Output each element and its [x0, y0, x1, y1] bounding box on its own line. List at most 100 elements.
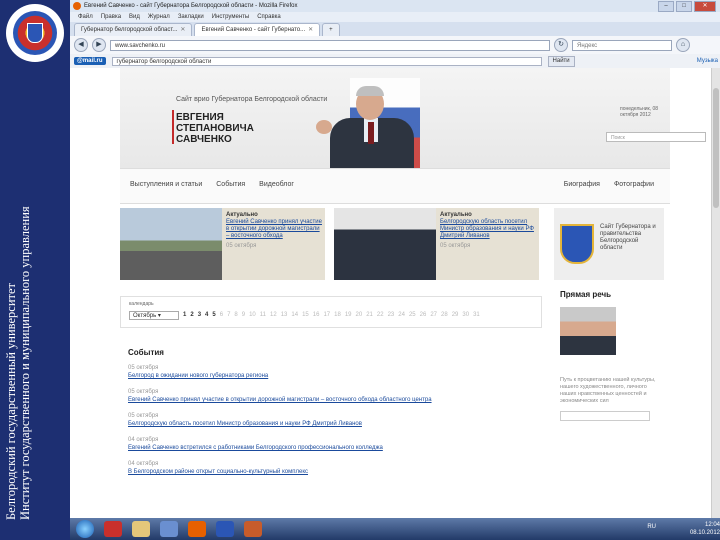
minimize-button[interactable]: –	[658, 1, 674, 12]
calendar-day: 12	[270, 312, 277, 318]
calendar-day: 19	[344, 312, 352, 318]
nav-events[interactable]: События	[216, 181, 245, 188]
menu-tools[interactable]: Инструменты	[212, 14, 249, 20]
event-link[interactable]: Евгений Савченко встретился с работникам…	[128, 444, 528, 452]
firefox-taskbar-icon[interactable]	[188, 521, 206, 537]
calendar-day: 15	[302, 312, 309, 318]
news-card[interactable]: Актуально Белгородскую область посетил М…	[334, 208, 539, 280]
calendar-day[interactable]: 5	[212, 312, 215, 318]
emblem-icon	[13, 11, 57, 55]
coat-of-arms-icon	[560, 224, 594, 264]
mailru-music-link[interactable]: Музыка	[697, 58, 718, 64]
calendar-day: 17	[323, 312, 331, 318]
menu-view[interactable]: Вид	[129, 14, 140, 20]
nav-biography[interactable]: Биография	[564, 181, 600, 188]
maximize-button[interactable]: □	[676, 1, 692, 12]
folder-icon[interactable]	[132, 521, 150, 537]
calendar-day: 26	[419, 312, 427, 318]
scrollbar[interactable]	[711, 68, 720, 518]
window-controls: – □ ✕	[658, 1, 716, 12]
reload-button[interactable]: ↻	[554, 38, 568, 52]
calendar-day: 22	[376, 312, 384, 318]
clock-time: 12:04	[704, 522, 720, 528]
close-tab-icon[interactable]: ✕	[180, 24, 185, 36]
mailru-search-input[interactable]: губернатор белгородской области	[111, 56, 542, 66]
calendar-day[interactable]: 1	[183, 312, 186, 318]
tab-savchenko[interactable]: Евгений Савченко - сайт Губернато... ✕	[194, 23, 321, 36]
system-clock[interactable]: 12:04 08.10.2012	[690, 521, 720, 537]
clock-date: 08.10.2012	[689, 530, 720, 536]
home-icon[interactable]: ⌂	[676, 38, 690, 52]
calendar-day[interactable]: 2	[190, 312, 193, 318]
direct-speech: Прямая речь Путь к процветанию нашей кул…	[560, 290, 660, 421]
calendar-day: 30	[462, 312, 470, 318]
calendar-day: 14	[291, 312, 299, 318]
mailru-search-button[interactable]: Найти	[547, 55, 575, 67]
gov-site-banner[interactable]: Сайт Губернатора и правительства Белгоро…	[554, 208, 664, 280]
month-select[interactable]: Октябрь ▾	[129, 311, 179, 320]
title-accent	[172, 110, 174, 144]
forward-button[interactable]: ▶	[92, 38, 106, 52]
tab-governor[interactable]: Губернатор белгородской област... ✕	[74, 23, 193, 36]
road-image	[120, 208, 222, 280]
calendar-day: 18	[334, 312, 341, 318]
event-link[interactable]: Белгородскую область посетил Министр обр…	[128, 420, 528, 428]
menu-edit[interactable]: Правка	[101, 14, 121, 20]
calendar-day[interactable]: 4	[205, 312, 208, 318]
site-nav: Выступления и статьи События Видеоблог Б…	[120, 168, 670, 204]
gov-site-text: Сайт Губернатора и правительства Белгоро…	[600, 224, 656, 251]
news-cards: Актуально Евгений Савченко принял участи…	[120, 208, 670, 280]
calendar-day[interactable]: 3	[198, 312, 201, 318]
new-tab-button[interactable]: +	[322, 23, 340, 36]
calendar-day: 16	[312, 312, 320, 318]
browser-search-input[interactable]: Яндекс	[572, 39, 672, 51]
site-title: ЕВГЕНИЯ СТЕПАНОВИЧА САВЧЕНКО	[176, 112, 254, 145]
event-link[interactable]: Евгений Савченко принял участие в открыт…	[128, 396, 528, 404]
calendar-day: 29	[451, 312, 459, 318]
governor-photo	[310, 86, 430, 168]
nav-speeches[interactable]: Выступления и статьи	[130, 181, 202, 188]
title-bar: Евгений Савченко - сайт Губернатора Белг…	[70, 0, 720, 12]
word-icon[interactable]	[216, 521, 234, 537]
url-bar[interactable]: www.savchenko.ru	[110, 39, 550, 51]
menu-history[interactable]: Журнал	[148, 14, 170, 20]
menu-bookmarks[interactable]: Закладки	[178, 14, 204, 20]
news-card[interactable]: Актуально Евгений Савченко принял участи…	[120, 208, 325, 280]
speech-input[interactable]	[560, 411, 650, 421]
card-link[interactable]: Белгородскую область посетил Министр обр…	[440, 219, 536, 240]
calendar-caption: календарь	[129, 301, 154, 307]
events-heading: События	[128, 348, 164, 357]
calendar-day: 6	[219, 312, 224, 318]
web-page: Сайт врио Губернатора Белгородской облас…	[70, 68, 720, 518]
nav-photos[interactable]: Фотографии	[614, 181, 654, 188]
calendar-days: 1 2 3 4 5 6 7 8 9 10 11 12 13 14 15 16 1…	[183, 312, 480, 318]
event-date: 05 октября	[128, 389, 159, 395]
event-date: 04 октября	[128, 461, 159, 467]
start-button[interactable]	[76, 520, 94, 538]
close-tab-icon[interactable]: ✕	[308, 24, 313, 36]
list-item: 05 октября Белгородскую область посетил М…	[128, 412, 528, 428]
language-indicator[interactable]: RU	[647, 524, 656, 530]
sidebar-line1: Белгородский государственный университет	[4, 283, 18, 520]
tab-bar: Губернатор белгородской област... ✕ Евген…	[70, 22, 720, 36]
calendar-day: 21	[366, 312, 373, 318]
media-icon[interactable]	[160, 521, 178, 537]
nav-videoblog[interactable]: Видеоблог	[259, 181, 294, 188]
card-label: Актуально	[440, 212, 472, 218]
powerpoint-icon[interactable]	[244, 521, 262, 537]
event-link[interactable]: В Белгородском районе открыт социально-к…	[128, 468, 528, 476]
list-item: 05 октября Евгений Савченко принял участи…	[128, 388, 528, 404]
speech-photo	[560, 307, 616, 355]
firefox-icon	[73, 2, 81, 10]
scrollbar-thumb[interactable]	[713, 88, 719, 208]
card-link[interactable]: Евгений Савченко принял участие в открыт…	[226, 219, 322, 240]
mailru-logo[interactable]: @mail.ru	[74, 57, 106, 65]
back-button[interactable]: ◀	[74, 38, 88, 52]
site-search-input[interactable]: Поиск	[606, 132, 706, 142]
event-link[interactable]: Белгород в ожидании нового губернатора р…	[128, 372, 528, 380]
current-date: понедельник, 08 октября 2012	[620, 106, 659, 118]
menu-file[interactable]: Файл	[78, 14, 93, 20]
menu-help[interactable]: Справка	[257, 14, 281, 20]
close-button[interactable]: ✕	[694, 1, 716, 12]
opera-icon[interactable]	[104, 521, 122, 537]
